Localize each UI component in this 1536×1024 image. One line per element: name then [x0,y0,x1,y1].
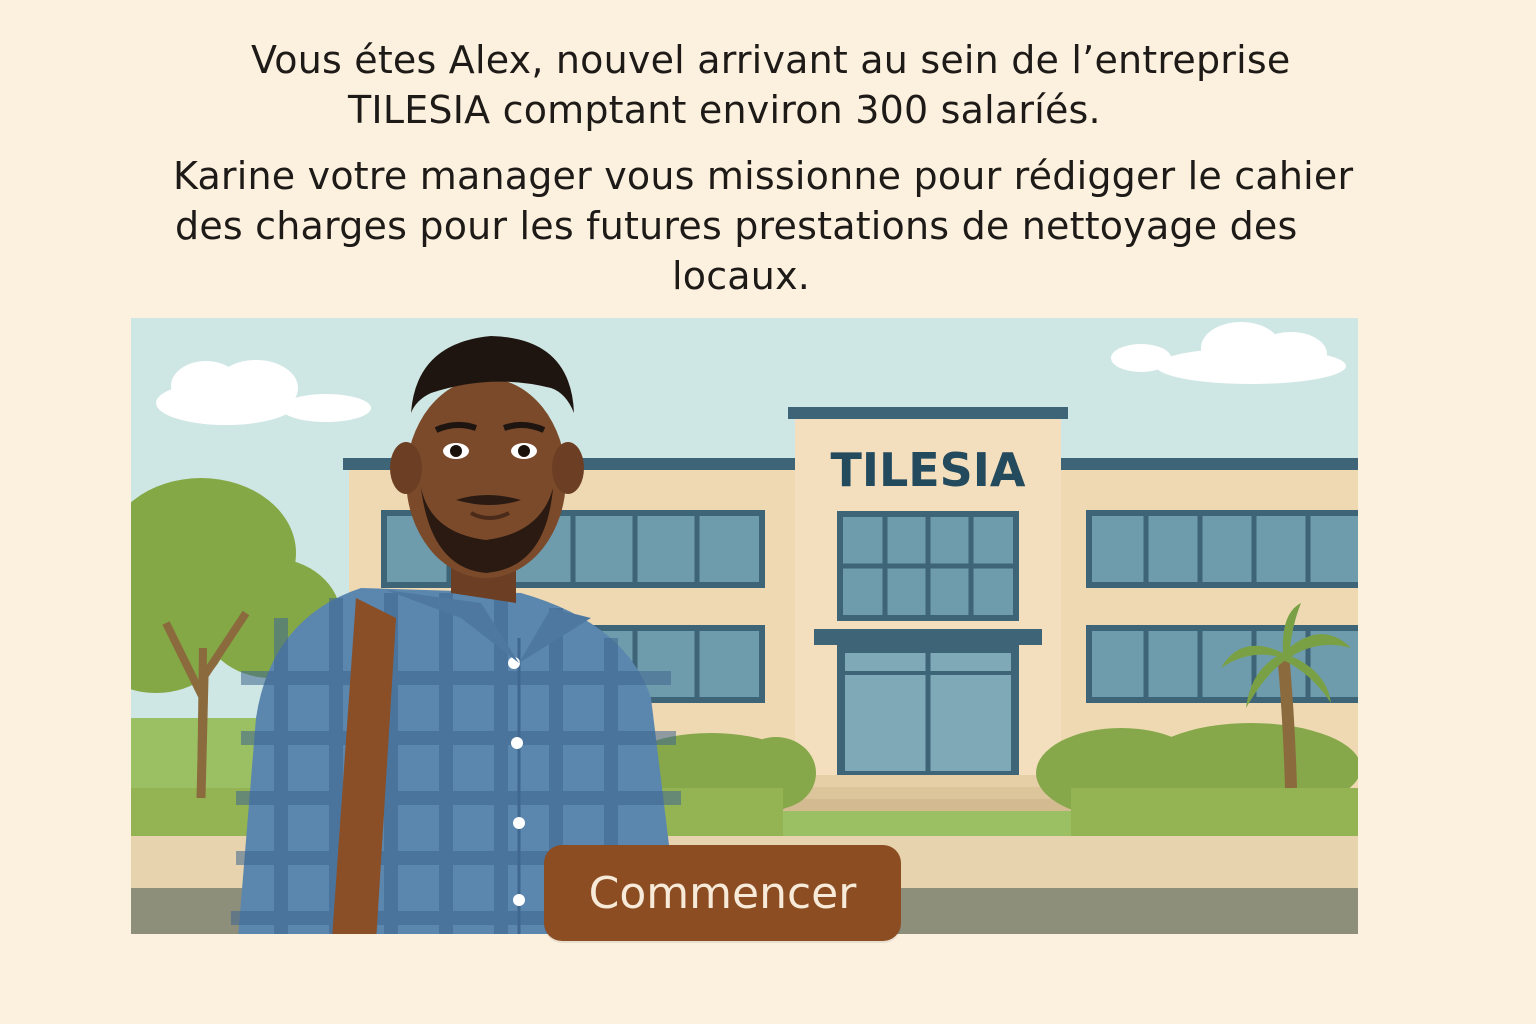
building-sign: TILESIA [830,443,1025,497]
intro-line-3: Karine votre manager vous missionne pour… [173,154,1354,198]
start-button[interactable]: Commencer [544,845,901,941]
intro-line-1: Vous étes Alex, nouvel arrivant au sein … [251,38,1291,82]
office-scene-illustration: TILESIA [131,318,1358,934]
intro-line-4: des charges pour les futures prestations… [175,204,1298,248]
lawn-right [1071,788,1358,836]
intro-line-2: TILESIA comptant environ 300 salaríés. [348,88,1101,132]
intro-line-5: locaux. [672,254,811,298]
